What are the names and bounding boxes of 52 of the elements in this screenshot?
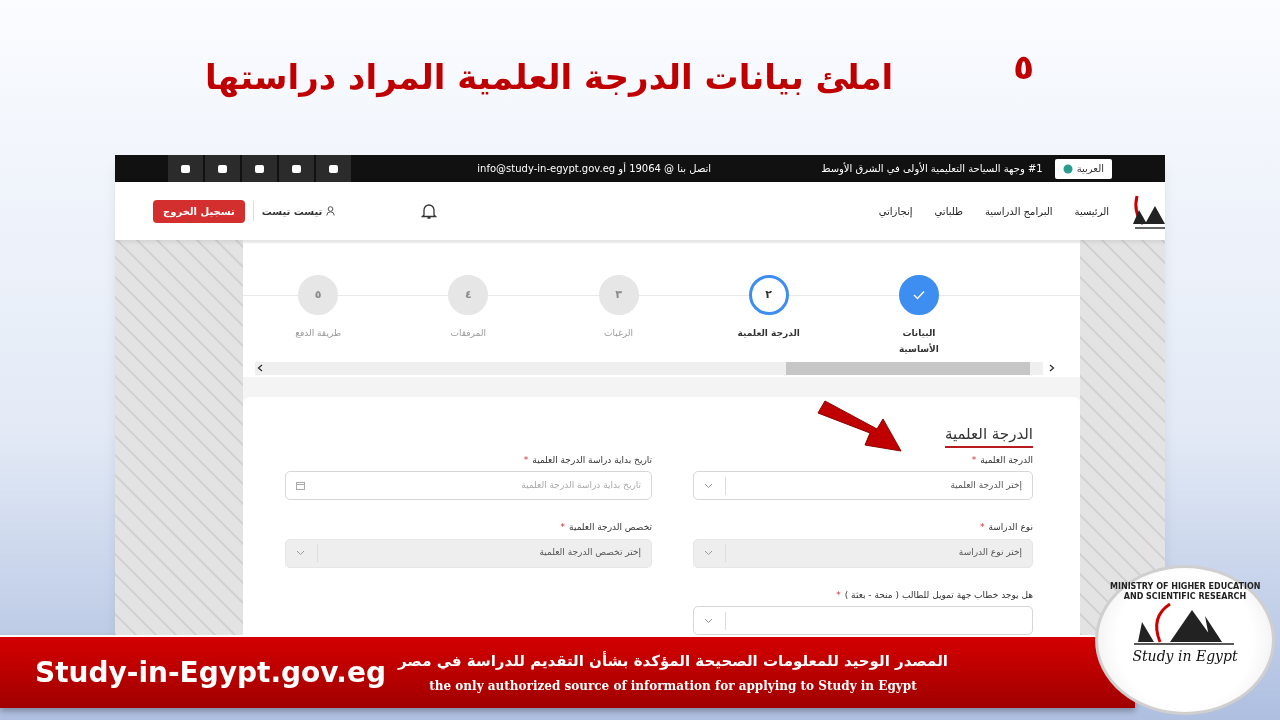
chevron-down-icon [296, 550, 305, 556]
slide-title: املئ بيانات الدرجة العلمية المراد دراستها [205, 56, 894, 100]
globe-icon [1062, 163, 1073, 174]
select-field[interactable]: إختر الدرجة العلمية [693, 471, 1033, 500]
required-mark: * [971, 453, 977, 467]
required-mark: * [836, 588, 841, 602]
step-label: المرفقات [449, 327, 488, 340]
nav-link[interactable]: البرامج الدراسية [984, 203, 1053, 219]
logout-button[interactable]: تسجيل الخروج [153, 199, 245, 223]
calendar-icon [296, 481, 305, 490]
chevron-down-icon [704, 550, 713, 556]
ministry-name: MINISTRY OF HIGHER EDUCATION AND SCIENTIFIC RESEARCH [1110, 582, 1260, 602]
select-field[interactable] [693, 606, 1033, 635]
chevron-down-icon [704, 482, 713, 489]
bell-icon[interactable] [421, 202, 438, 220]
chevron-down-icon [704, 617, 713, 624]
required-mark: * [523, 453, 529, 467]
step-label: البيانات الأساسية [897, 327, 940, 356]
user-link[interactable]: تيست تيست [261, 203, 336, 219]
field-label: تخصص الدرجة العلمية [569, 521, 652, 534]
tagline-english: the only authorized source of information for applying to Study in Egypt [429, 677, 917, 695]
field-label: الدرجة العلمية [980, 453, 1033, 467]
step-label: الدرجة العلمية [736, 327, 801, 340]
field-label: نوع الدراسة [988, 521, 1033, 534]
contact-text: اتصل بنا @ 19064 أو info@study-in-egypt.gov.eg [477, 161, 712, 176]
step-number: ٥ [1013, 46, 1035, 89]
scrollbar-thumb[interactable] [786, 361, 1030, 375]
step-number: ٢ [765, 286, 773, 303]
tagline-text: #1 وجهة السياحة التعليمية الأولى في الشرق الأوسط [821, 161, 1043, 176]
nav-link[interactable]: طلباتي [934, 203, 963, 219]
field-label: هل يوجد خطاب جهة تمويل للطالب ( منحة - بعثة ) [844, 588, 1033, 602]
tagline-arabic: المصدر الوحيد للمعلومات الصحيحة المؤكدة بشأن التقديم للدراسة في مصر [398, 650, 948, 673]
step-number: ٥ [314, 286, 322, 303]
language-button[interactable]: العربية [1054, 158, 1112, 179]
check-icon [912, 290, 925, 300]
required-mark: * [560, 521, 566, 534]
section-title: الدرجة العلمية [944, 422, 1033, 448]
nav-link[interactable]: إنجازاتي [878, 203, 913, 219]
step-label: طريقة الدفع [294, 327, 343, 340]
step-label: الرغبات [603, 327, 634, 340]
nav-link[interactable]: الرئيسية [1074, 203, 1109, 219]
brand-name: Study in Egypt [1132, 647, 1238, 666]
select-field: إختر تخصص الدرجة العلمية [285, 538, 652, 568]
step-number: ٤ [464, 286, 472, 303]
select-field: إختر نوع الدراسة [693, 538, 1033, 568]
required-mark: * [979, 521, 985, 534]
field-label: تاريخ بداية دراسة الدرجة العلمية [532, 453, 652, 467]
chevron-left-icon[interactable] [257, 364, 263, 372]
user-icon [326, 206, 336, 216]
step-number: ٣ [615, 286, 622, 303]
site-address: Study-in-Egypt.gov.eg [35, 654, 386, 691]
chevron-right-icon[interactable] [1049, 364, 1055, 372]
